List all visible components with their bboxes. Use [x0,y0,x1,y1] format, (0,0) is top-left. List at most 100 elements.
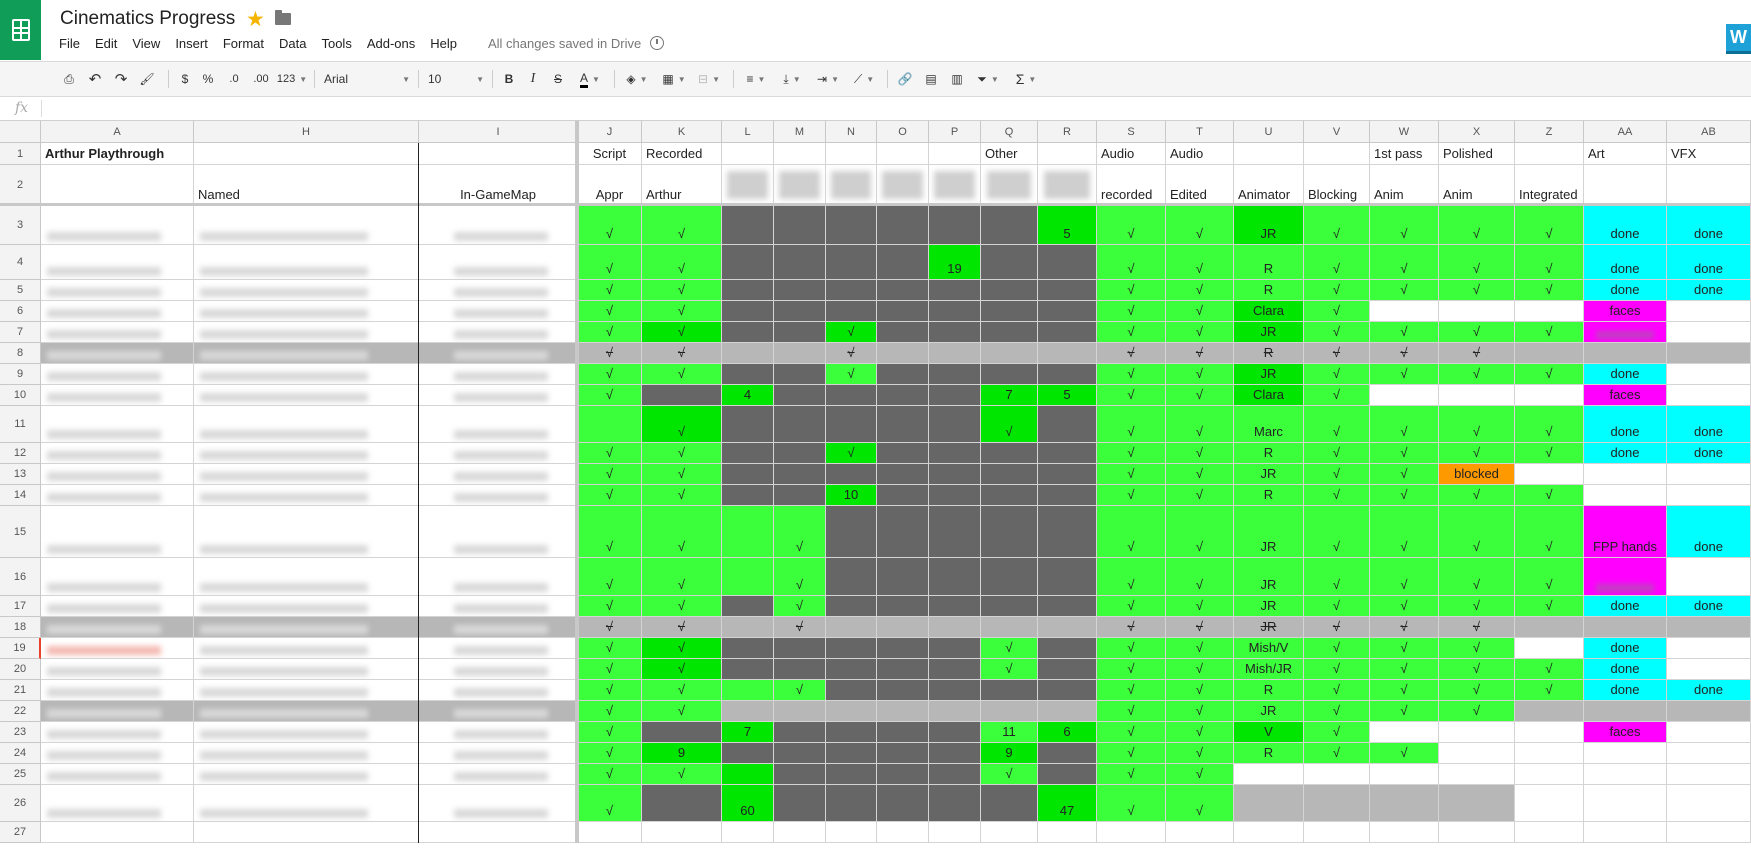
column-header-l[interactable]: L [722,121,774,143]
cell-w-8[interactable]: √ [1370,343,1439,364]
cell-i-27[interactable] [419,822,578,843]
cell-x-8[interactable]: √ [1439,343,1515,364]
font-select[interactable]: Arial ▼ [324,68,410,90]
cell-w-3[interactable]: √ [1370,206,1439,245]
cell-j-22[interactable]: √ [578,701,642,722]
cell-x-23[interactable] [1439,722,1515,743]
cell-i-3[interactable] [419,206,578,245]
cell-p-13[interactable] [929,464,981,485]
cell-aa-18[interactable] [1584,617,1667,638]
cell-m-27[interactable] [774,822,826,843]
row-header-13[interactable]: 13 [0,464,41,485]
cell-v-22[interactable]: √ [1304,701,1370,722]
cell-r-6[interactable] [1038,301,1097,322]
row-header-25[interactable]: 25 [0,764,41,785]
redo-icon[interactable]: ↷ [112,68,130,90]
cell-n-11[interactable] [826,406,877,443]
column-header-u[interactable]: U [1234,121,1304,143]
undo-icon[interactable]: ↶ [86,68,104,90]
cell-n-24[interactable] [826,743,877,764]
cell-i-17[interactable] [419,596,578,617]
cell-a-19[interactable] [41,638,194,659]
cell-x-7[interactable]: √ [1439,322,1515,343]
cell-j-7[interactable]: √ [578,322,642,343]
cell-k-25[interactable]: √ [642,764,722,785]
cell-u-11[interactable]: Marc [1234,406,1304,443]
cell-i-21[interactable] [419,680,578,701]
cell-j-21[interactable]: √ [578,680,642,701]
cell-l-10[interactable]: 4 [722,385,774,406]
cell-ab-25[interactable] [1667,764,1751,785]
cell-o-21[interactable] [877,680,929,701]
print-icon[interactable]: ⎙ [60,68,78,90]
cell-h-26[interactable] [194,785,419,822]
cell-r-20[interactable] [1038,659,1097,680]
cell-k-7[interactable]: √ [642,322,722,343]
header-cell-q-r1[interactable]: Other [981,143,1038,165]
cell-u-3[interactable]: JR [1234,206,1304,245]
column-header-n[interactable]: N [826,121,877,143]
cell-m-22[interactable] [774,701,826,722]
row-header-21[interactable]: 21 [0,680,41,701]
cell-t-10[interactable]: √ [1166,385,1234,406]
cell-m-13[interactable] [774,464,826,485]
cell-v-18[interactable]: √ [1304,617,1370,638]
cell-p-21[interactable] [929,680,981,701]
cell-p-17[interactable] [929,596,981,617]
cell-x-6[interactable] [1439,301,1515,322]
row-header-6[interactable]: 6 [0,301,41,322]
menu-data[interactable]: Data [279,36,306,54]
menu-view[interactable]: View [132,36,160,54]
cell-w-10[interactable] [1370,385,1439,406]
sheets-logo-icon[interactable] [0,0,41,60]
row-header-24[interactable]: 24 [0,743,41,764]
cell-w-14[interactable]: √ [1370,485,1439,506]
cell-q-9[interactable] [981,364,1038,385]
cell-i-22[interactable] [419,701,578,722]
cell-aa-6[interactable]: faces [1584,301,1667,322]
cell-r-22[interactable] [1038,701,1097,722]
cell-r-10[interactable]: 5 [1038,385,1097,406]
cell-n-4[interactable] [826,245,877,280]
cell-z-21[interactable]: √ [1515,680,1584,701]
cell-j-26[interactable]: √ [578,785,642,822]
cell-q-18[interactable] [981,617,1038,638]
cell-q-6[interactable] [981,301,1038,322]
cell-n-6[interactable] [826,301,877,322]
cell-ab-19[interactable] [1667,638,1751,659]
header-cell-v-r1[interactable] [1304,143,1370,165]
cell-j-12[interactable]: √ [578,443,642,464]
cell-s-3[interactable]: √ [1097,206,1166,245]
cell-a-16[interactable] [41,558,194,596]
cell-m-8[interactable] [774,343,826,364]
row-header-16[interactable]: 16 [0,558,41,596]
cell-q-24[interactable]: 9 [981,743,1038,764]
cell-u-4[interactable]: R [1234,245,1304,280]
cell-aa-25[interactable] [1584,764,1667,785]
cell-aa-5[interactable]: done [1584,280,1667,301]
cell-aa-20[interactable]: done [1584,659,1667,680]
cell-l-15[interactable] [722,506,774,558]
cell-v-9[interactable]: √ [1304,364,1370,385]
header-cell-r-r1[interactable] [1038,143,1097,165]
cell-i-10[interactable] [419,385,578,406]
column-header-x[interactable]: X [1439,121,1515,143]
column-header-p[interactable]: P [929,121,981,143]
cell-l-7[interactable] [722,322,774,343]
cell-h-21[interactable] [194,680,419,701]
cell-s-5[interactable]: √ [1097,280,1166,301]
cell-v-8[interactable]: √ [1304,343,1370,364]
cell-r-19[interactable] [1038,638,1097,659]
cell-m-4[interactable] [774,245,826,280]
cell-s-20[interactable]: √ [1097,659,1166,680]
cell-k-4[interactable]: √ [642,245,722,280]
cell-o-19[interactable] [877,638,929,659]
cell-a-12[interactable] [41,443,194,464]
cell-ab-18[interactable] [1667,617,1751,638]
insert-comment-icon[interactable]: ▤ [922,68,940,90]
revision-history-icon[interactable] [650,36,664,50]
cell-w-12[interactable]: √ [1370,443,1439,464]
cell-q-13[interactable] [981,464,1038,485]
cell-n-23[interactable] [826,722,877,743]
row-header-27[interactable]: 27 [0,822,41,843]
